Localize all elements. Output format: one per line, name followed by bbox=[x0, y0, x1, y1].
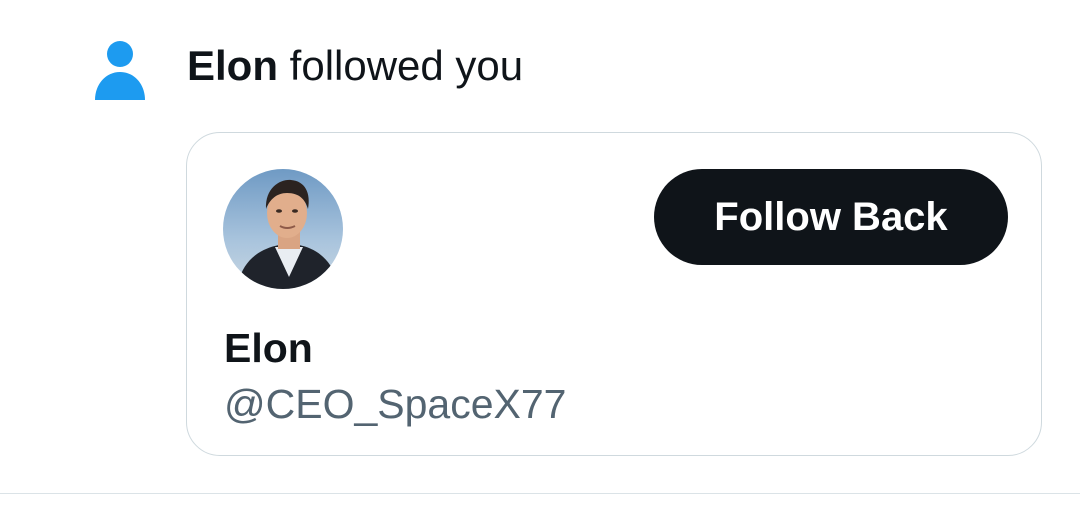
user-handle[interactable]: @CEO_SpaceX77 bbox=[224, 379, 566, 429]
notification-headline: Elon followed you bbox=[187, 40, 523, 92]
actor-name[interactable]: Elon bbox=[187, 42, 278, 89]
avatar[interactable] bbox=[223, 169, 343, 289]
follow-back-button[interactable]: Follow Back bbox=[654, 169, 1008, 265]
follow-notification[interactable]: Elon followed you Follow Back Elon @CEO_… bbox=[0, 0, 1080, 494]
action-text: followed you bbox=[278, 42, 524, 89]
person-icon bbox=[93, 40, 147, 100]
display-name[interactable]: Elon bbox=[224, 323, 313, 373]
user-card[interactable]: Follow Back Elon @CEO_SpaceX77 bbox=[186, 132, 1042, 456]
divider bbox=[0, 493, 1080, 494]
